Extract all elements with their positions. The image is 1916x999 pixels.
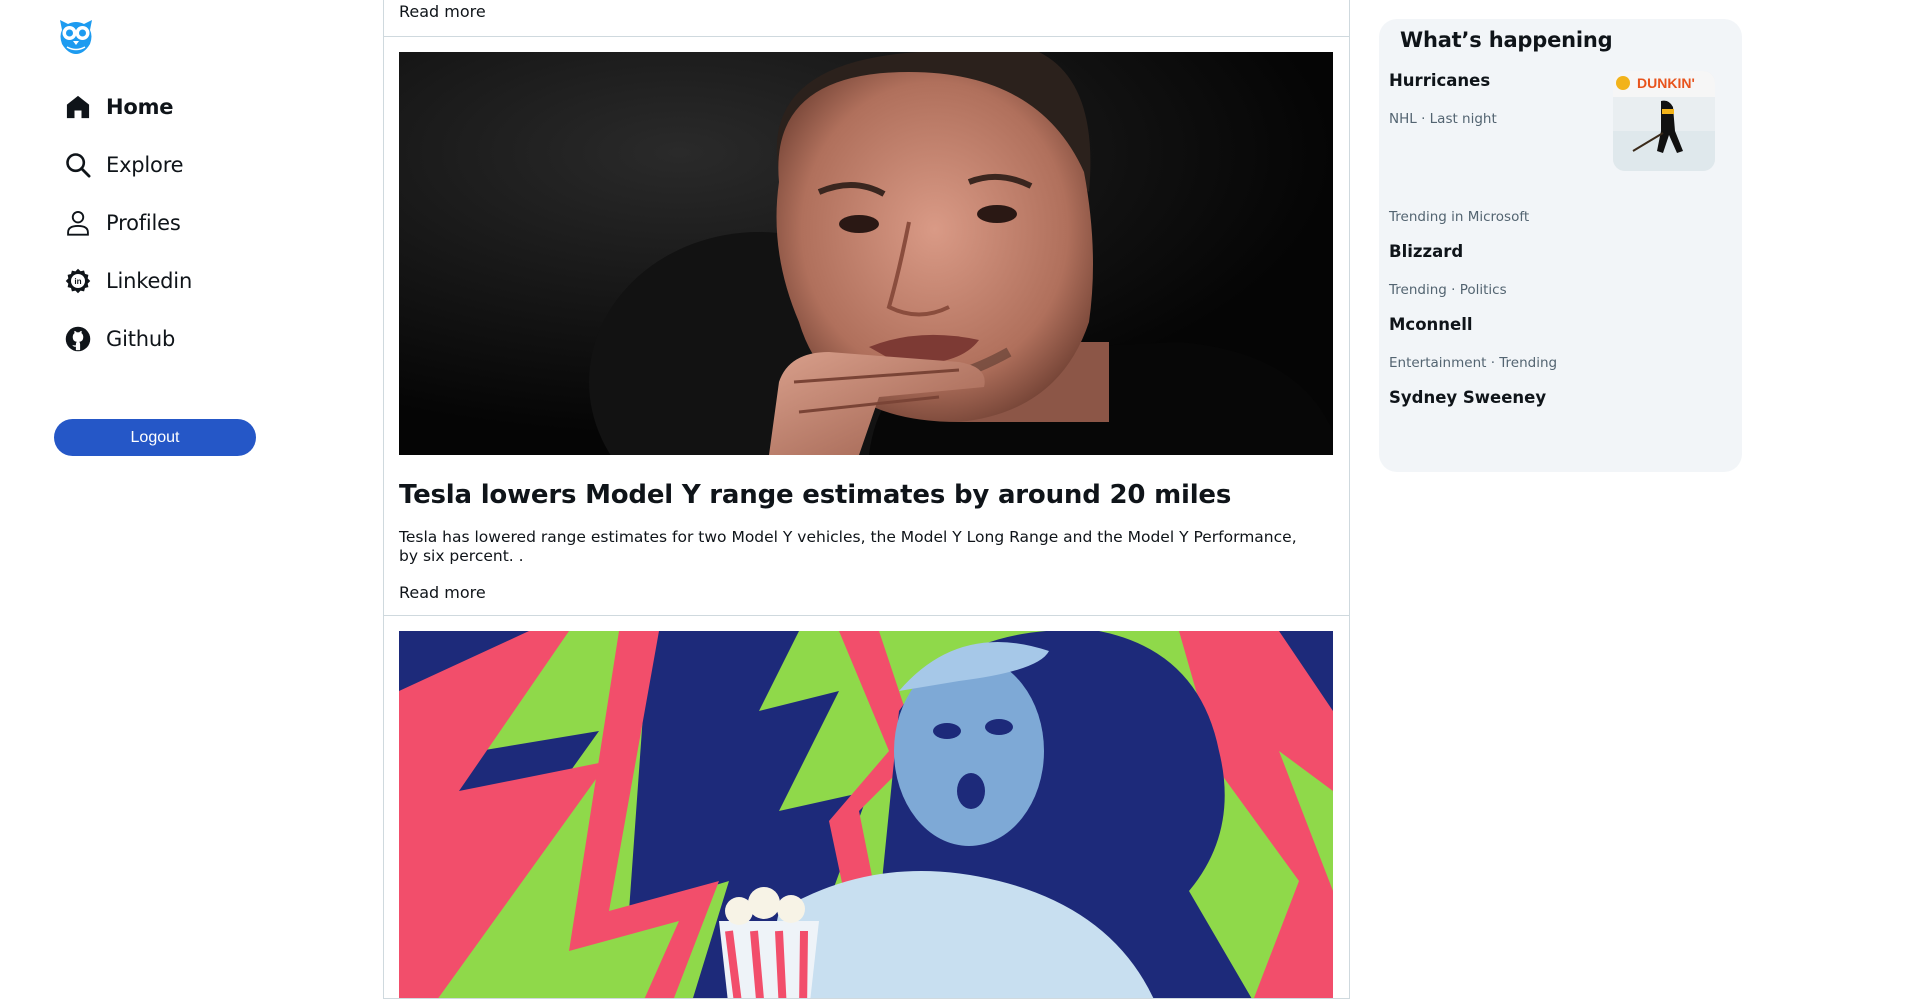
previous-post-footer: Read more: [384, 0, 1349, 37]
search-icon: [64, 151, 92, 179]
news-post: [384, 616, 1349, 998]
trend-meta: Entertainment · Trending: [1389, 355, 1558, 371]
nav-item-explore[interactable]: Explore: [64, 136, 192, 194]
github-icon: [64, 325, 92, 353]
read-more-link[interactable]: Read more: [399, 2, 486, 21]
trend-meta: Trending · Politics: [1389, 282, 1507, 298]
nav-item-linkedin[interactable]: in Linkedin: [64, 252, 192, 310]
post-image-movie[interactable]: [399, 631, 1333, 998]
news-feed: Read more Tesla lowers Model Y range est…: [383, 0, 1350, 999]
main-nav: Home Explore Profiles in Linkedin Github: [64, 78, 192, 368]
trend-name[interactable]: Blizzard: [1389, 242, 1463, 261]
linkedin-icon: in: [64, 267, 92, 295]
trend-name[interactable]: Hurricanes: [1389, 71, 1490, 90]
trends-title: What’s happening: [1400, 28, 1613, 52]
nav-label-linkedin: Linkedin: [106, 269, 193, 293]
trend-meta: Trending in Microsoft: [1389, 209, 1530, 225]
post-image-tesla[interactable]: [399, 52, 1333, 455]
trend-meta: NHL · Last night: [1389, 111, 1497, 127]
nav-item-home[interactable]: Home: [64, 78, 192, 136]
nav-label-explore: Explore: [106, 153, 184, 177]
nav-item-profiles[interactable]: Profiles: [64, 194, 192, 252]
owl-logo-icon[interactable]: [56, 14, 96, 54]
nav-label-profiles: Profiles: [106, 211, 181, 235]
person-icon: [64, 209, 92, 237]
home-icon: [64, 93, 92, 121]
thumb-brand-text: DUNKIN': [1637, 75, 1695, 91]
sidebar: Home Explore Profiles in Linkedin Github…: [0, 0, 380, 999]
nav-item-github[interactable]: Github: [64, 310, 192, 368]
trend-name[interactable]: Mconnell: [1389, 315, 1473, 334]
trends-panel: What’s happening Hurricanes NHL · Last n…: [1379, 19, 1742, 472]
svg-text:in: in: [74, 277, 81, 286]
trend-thumbnail[interactable]: DUNKIN': [1613, 71, 1715, 171]
post-title[interactable]: Tesla lowers Model Y range estimates by …: [399, 480, 1333, 510]
nav-label-home: Home: [106, 95, 174, 119]
read-more-link[interactable]: Read more: [399, 583, 486, 602]
post-excerpt: Tesla has lowered range estimates for tw…: [399, 528, 1297, 565]
news-post: Tesla lowers Model Y range estimates by …: [384, 37, 1349, 616]
nav-label-github: Github: [106, 327, 176, 351]
logout-button[interactable]: Logout: [54, 419, 256, 456]
trend-name[interactable]: Sydney Sweeney: [1389, 388, 1546, 407]
